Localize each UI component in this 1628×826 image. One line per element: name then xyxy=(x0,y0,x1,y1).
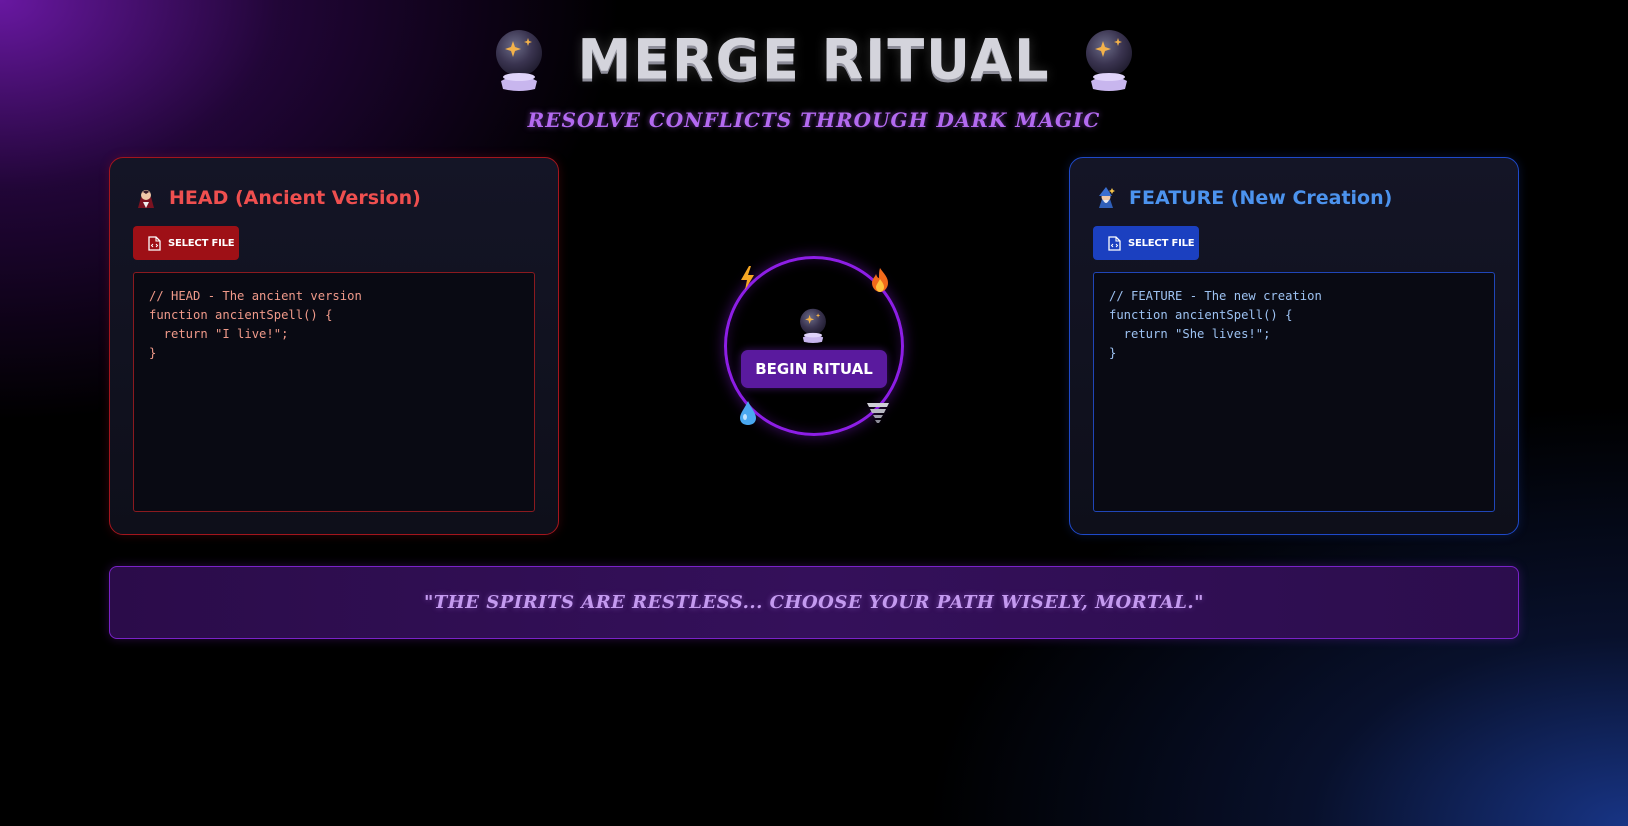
mage-icon xyxy=(1099,187,1115,208)
crystal-ball-icon xyxy=(1085,30,1132,91)
head-select-file-label: SELECT FILE xyxy=(168,237,235,249)
feature-code-editor[interactable]: // FEATURE - The new creation function a… xyxy=(1093,272,1495,512)
feature-panel-title-text: FEATURE (New Creation) xyxy=(1129,187,1393,209)
lightning-icon xyxy=(741,266,754,290)
spirit-message: "THE SPIRITS ARE RESTLESS... CHOOSE YOUR… xyxy=(109,566,1519,639)
crystal-ball-icon xyxy=(496,30,543,91)
feature-select-file-label: SELECT FILE xyxy=(1128,237,1195,249)
head-code-editor[interactable]: // HEAD - The ancient version function a… xyxy=(133,272,535,512)
header: MERGE RITUAL RESOLVE CONFLICTS THROUGH D… xyxy=(0,24,1628,132)
page-title: MERGE RITUAL xyxy=(577,26,1051,92)
fire-icon xyxy=(872,268,888,292)
vampire-icon xyxy=(138,190,154,208)
feature-select-file-button[interactable]: SELECT FILE xyxy=(1093,226,1199,260)
head-panel-title: HEAD (Ancient Version) xyxy=(133,182,535,214)
head-panel: HEAD (Ancient Version) SELECT FILE // HE… xyxy=(109,157,559,535)
crystal-ball-icon xyxy=(800,308,826,343)
file-code-icon xyxy=(1108,235,1121,251)
head-select-file-button[interactable]: SELECT FILE xyxy=(133,226,239,260)
page-subtitle: RESOLVE CONFLICTS THROUGH DARK MAGIC xyxy=(527,108,1101,132)
feature-panel: FEATURE (New Creation) SELECT FILE // FE… xyxy=(1069,157,1519,535)
title-row: MERGE RITUAL xyxy=(0,24,1628,94)
head-panel-title-text: HEAD (Ancient Version) xyxy=(169,187,421,209)
feature-panel-title: FEATURE (New Creation) xyxy=(1093,182,1495,214)
begin-ritual-button[interactable]: BEGIN RITUAL xyxy=(741,350,887,388)
file-code-icon xyxy=(148,235,161,251)
tornado-icon xyxy=(867,403,889,423)
water-drop-icon xyxy=(740,401,756,425)
